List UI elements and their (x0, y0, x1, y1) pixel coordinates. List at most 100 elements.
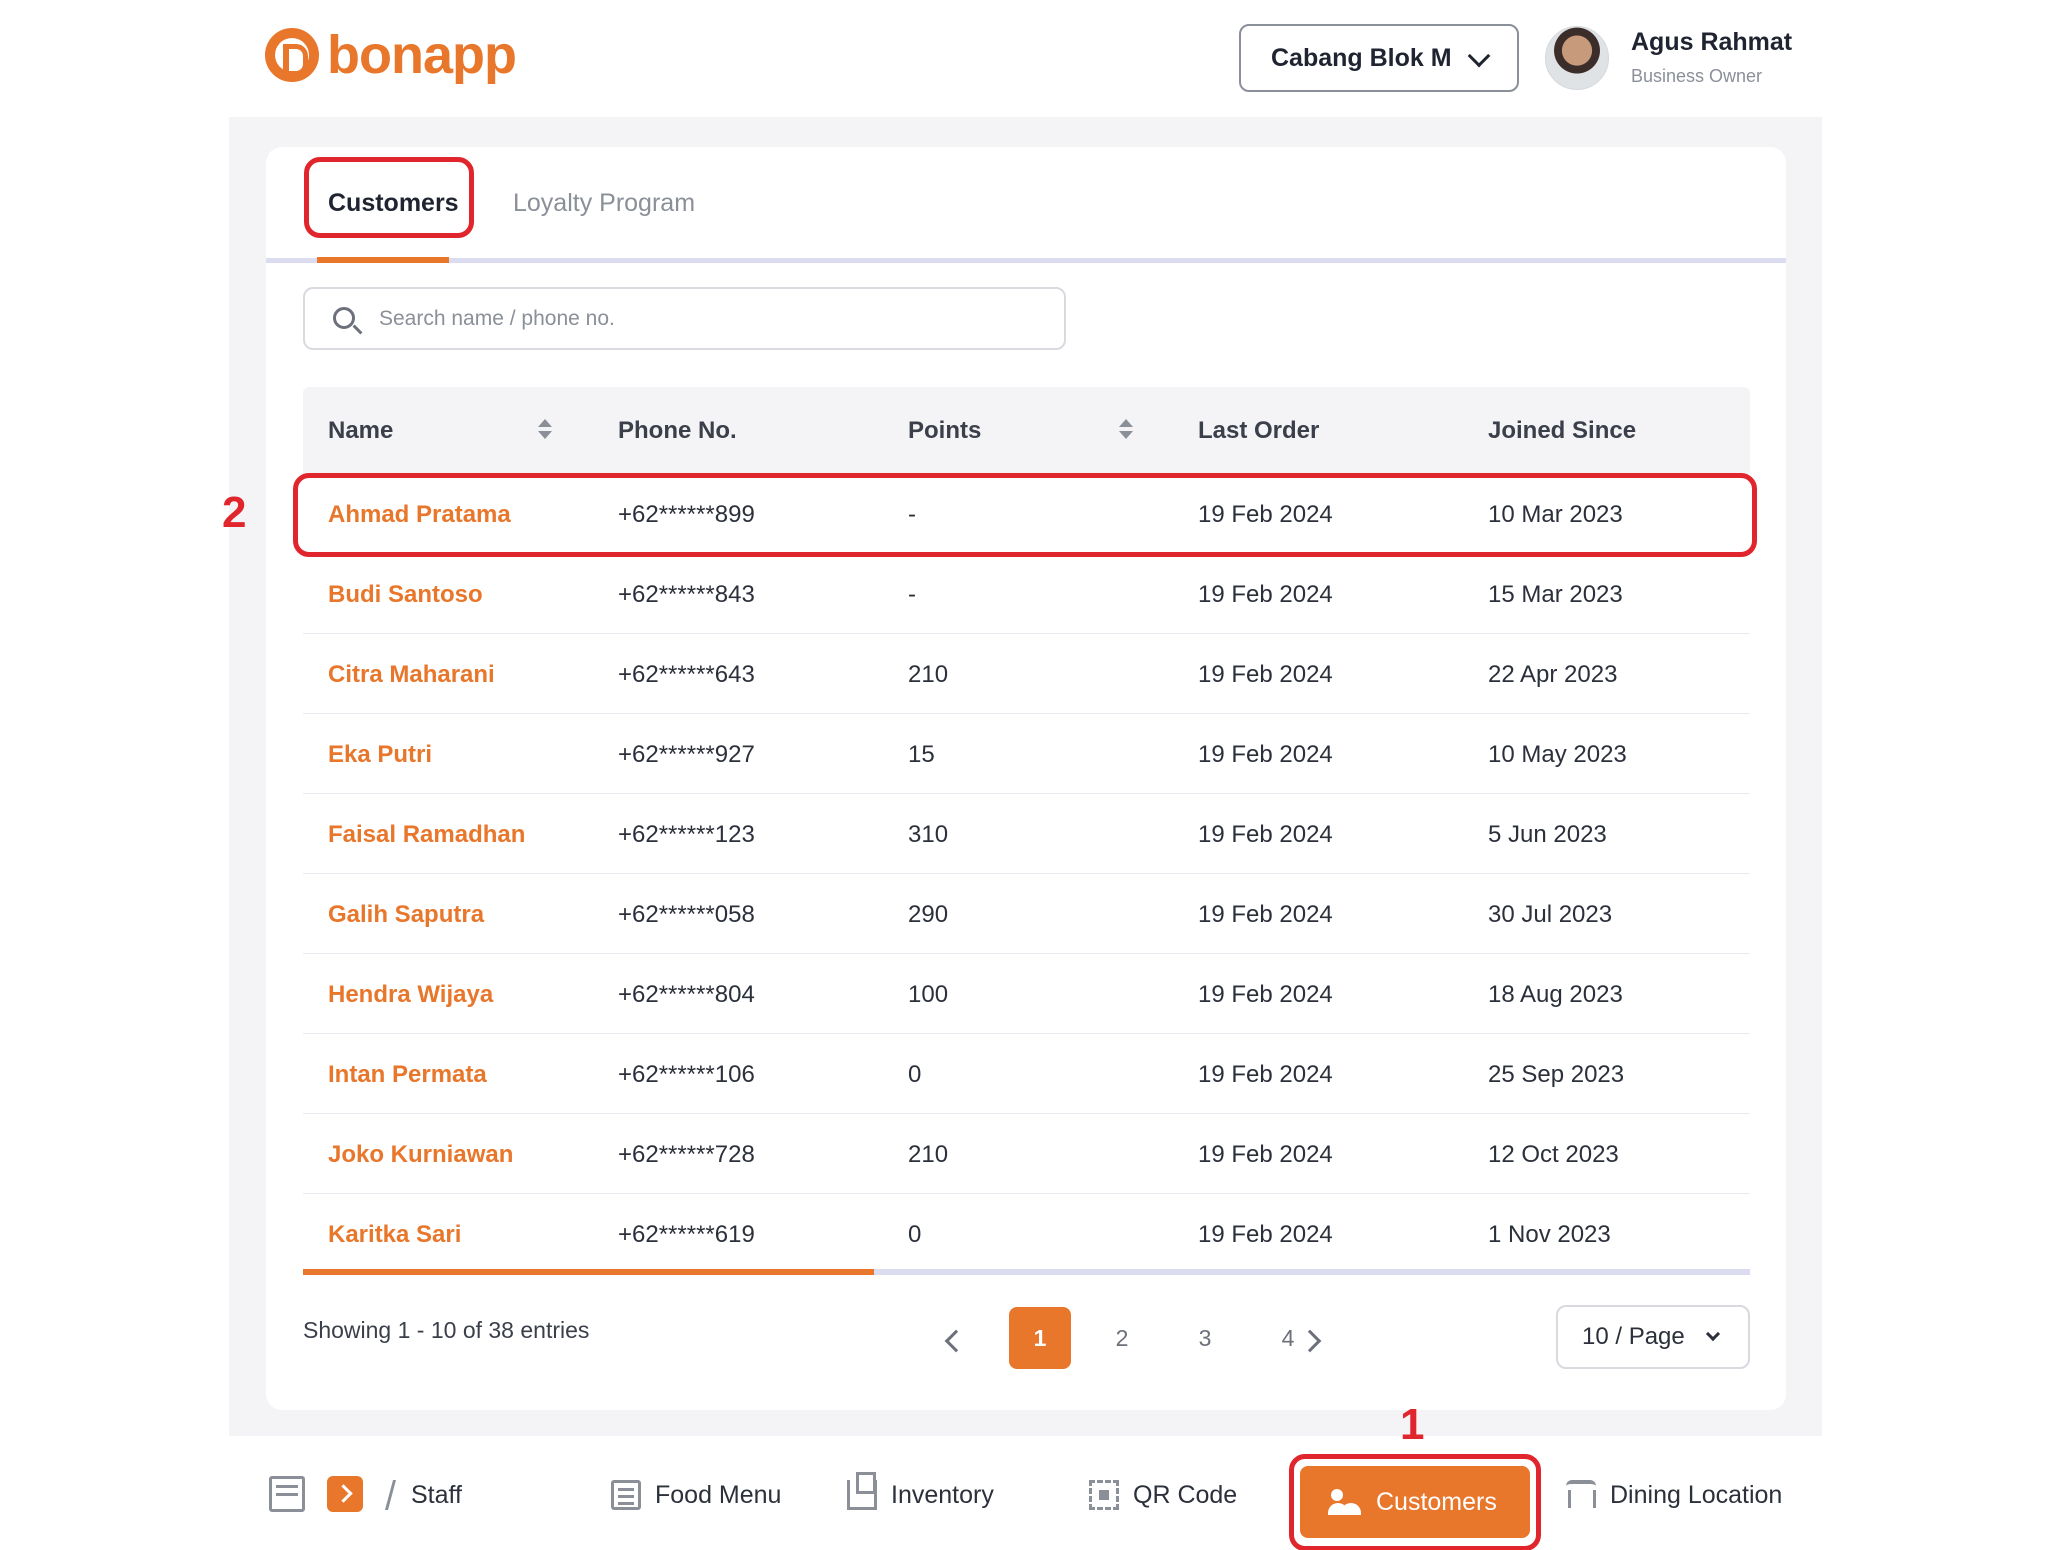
last-order-cell: 19 Feb 2024 (1198, 741, 1333, 768)
joined-since-cell: 30 Jul 2023 (1488, 901, 1613, 928)
phone-cell: +62******123 (618, 821, 755, 848)
dining-location-icon (1566, 1480, 1596, 1510)
brand-name: bonapp (327, 25, 517, 85)
sort-icon[interactable] (538, 417, 552, 443)
phone-cell: +62******619 (618, 1221, 755, 1248)
store-icon[interactable] (269, 1476, 305, 1512)
inventory-icon (847, 1472, 877, 1510)
joined-since-cell: 22 Apr 2023 (1488, 661, 1618, 688)
customer-name-link[interactable]: Galih Saputra (328, 901, 484, 929)
last-order-cell: 19 Feb 2024 (1198, 1221, 1333, 1248)
nav-item-label: Inventory (891, 1480, 994, 1509)
branch-select[interactable]: Cabang Blok M (1239, 24, 1519, 92)
search-icon (333, 307, 355, 329)
last-order-cell: 19 Feb 2024 (1198, 901, 1333, 928)
annotation-marker-1: 1 (1400, 1400, 1425, 1449)
table-header: Name Phone No. Points Last Order Joined … (303, 387, 1750, 474)
customer-name-link[interactable]: Joko Kurniawan (328, 1141, 513, 1169)
chevron-down-icon (1705, 1326, 1721, 1342)
customer-name-link[interactable]: Faisal Ramadhan (328, 821, 525, 849)
tab-loyalty-program[interactable]: Loyalty Program (513, 189, 695, 218)
horizontal-scrollbar[interactable] (303, 1269, 1750, 1275)
table-row[interactable]: Budi Santoso +62******843 - 19 Feb 2024 15 M… (303, 554, 1750, 634)
customer-name-link[interactable]: Karitka Sari (328, 1221, 461, 1249)
customer-name-link[interactable]: Budi Santoso (328, 581, 483, 609)
table-body: Ahmad Pratama +62******899-19 Feb 2024 10 … (303, 474, 1750, 1274)
column-header-last-order: Last Order (1198, 417, 1320, 444)
phone-cell: +62******843 (618, 581, 755, 608)
nav-item-staff[interactable]: Staff (384, 1460, 462, 1530)
bottom-nav: Staff Food Menu Inventory QR Code Dining… (229, 1436, 1822, 1550)
points-cell: 290 (908, 901, 949, 928)
points-cell: 0 (908, 1221, 922, 1248)
joined-since-cell: 5 Jun 2023 (1488, 821, 1607, 848)
highlight-first-row (293, 473, 1757, 557)
page-size-label: 10 / Page (1582, 1323, 1685, 1350)
points-cell: 0 (908, 1061, 922, 1088)
scrollbar-thumb[interactable] (303, 1269, 874, 1275)
points-cell: 100 (908, 981, 949, 1008)
column-header-phone: Phone No. (618, 417, 737, 444)
nav-item-label: QR Code (1133, 1480, 1238, 1509)
avatar[interactable] (1545, 26, 1609, 90)
phone-cell: +62******927 (618, 741, 755, 768)
table-row[interactable]: Hendra Wijaya +62******804 100 19 Feb 2024 1… (303, 954, 1750, 1034)
last-order-cell: 19 Feb 2024 (1198, 1141, 1333, 1168)
brand-logo[interactable]: bonapp (265, 25, 517, 85)
customer-name-link[interactable]: Citra Maharani (328, 661, 495, 689)
column-header-joined-since: Joined Since (1488, 417, 1637, 444)
table-row[interactable]: Eka Putri +62******927 15 19 Feb 2024 10 May… (303, 714, 1750, 794)
arrow-right-icon[interactable] (327, 1476, 363, 1512)
app-shell: bonapp Cabang Blok M Agus Rahmat Busines… (222, 0, 1822, 1550)
highlight-nav-customers (1289, 1454, 1541, 1550)
last-order-cell: 19 Feb 2024 (1198, 581, 1333, 608)
column-header-points[interactable]: Points (908, 417, 981, 445)
page-button-1[interactable]: 1 (1009, 1307, 1071, 1369)
customers-card: Customers Loyalty Program Search name / … (266, 147, 1786, 1410)
customer-name-link[interactable]: Hendra Wijaya (328, 981, 493, 1009)
chevron-down-icon (1467, 44, 1491, 68)
last-order-cell: 19 Feb 2024 (1198, 661, 1333, 688)
user-name: Agus Rahmat (1631, 28, 1793, 56)
nav-item-food-menu[interactable]: Food Menu (611, 1460, 781, 1530)
logo-mark-icon (265, 28, 319, 82)
nav-item-dining-location[interactable]: Dining Location (1566, 1460, 1782, 1530)
annotation-marker-2: 2 (222, 488, 247, 537)
customer-name-link[interactable]: Intan Permata (328, 1061, 487, 1089)
last-order-cell: 19 Feb 2024 (1198, 821, 1333, 848)
page-button-3[interactable]: 3 (1174, 1307, 1236, 1369)
search-placeholder: Search name / phone no. (379, 306, 615, 330)
phone-cell: +62******058 (618, 901, 755, 928)
points-cell: - (908, 581, 916, 608)
table-row[interactable]: Citra Maharani +62******643 210 19 Feb 2024… (303, 634, 1750, 714)
entries-summary: Showing 1 - 10 of 38 entries (303, 1317, 590, 1343)
qr-code-icon (1089, 1480, 1119, 1510)
joined-since-cell: 1 Nov 2023 (1488, 1221, 1611, 1248)
page-button-2[interactable]: 2 (1091, 1307, 1153, 1369)
table-row[interactable]: Galih Saputra +62******058 290 19 Feb 2024 3… (303, 874, 1750, 954)
customer-name-link[interactable]: Eka Putri (328, 741, 432, 769)
nav-item-label: Dining Location (1610, 1480, 1783, 1509)
points-cell: 210 (908, 661, 949, 688)
food-menu-icon (611, 1480, 641, 1510)
column-header-name[interactable]: Name (328, 417, 393, 445)
chevron-left-icon[interactable] (944, 1329, 968, 1353)
table-row[interactable]: Joko Kurniawan +62******728 210 19 Feb 2024… (303, 1114, 1750, 1194)
points-cell: 210 (908, 1141, 949, 1168)
search-input[interactable]: Search name / phone no. (303, 287, 1066, 350)
points-cell: 15 (908, 741, 935, 768)
nav-item-inventory[interactable]: Inventory (847, 1460, 994, 1530)
table-row[interactable]: Intan Permata +62******106 0 19 Feb 2024 25 … (303, 1034, 1750, 1114)
branch-select-label: Cabang Blok M (1271, 43, 1452, 72)
staff-icon (384, 1480, 402, 1510)
sort-icon[interactable] (1119, 417, 1133, 443)
page-size-select[interactable]: 10 / Page (1556, 1305, 1750, 1369)
joined-since-cell: 18 Aug 2023 (1488, 981, 1623, 1008)
table-row[interactable]: Faisal Ramadhan +62******123 310 19 Feb 202… (303, 794, 1750, 874)
nav-item-qr-code[interactable]: QR Code (1089, 1460, 1237, 1530)
phone-cell: +62******106 (618, 1061, 755, 1088)
joined-since-cell: 15 Mar 2023 (1488, 581, 1623, 608)
table-row[interactable]: Karitka Sari +62******619 0 19 Feb 2024 1 No… (303, 1194, 1750, 1274)
joined-since-cell: 10 May 2023 (1488, 741, 1627, 768)
last-order-cell: 19 Feb 2024 (1198, 981, 1333, 1008)
